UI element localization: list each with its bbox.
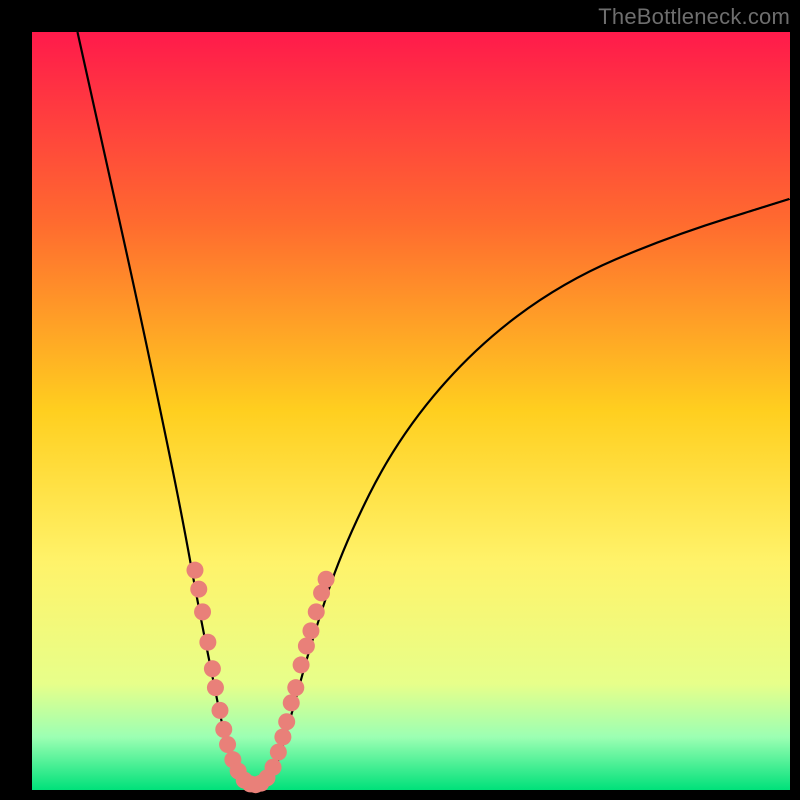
sample-marker [302,622,319,639]
chart-frame: TheBottleneck.com [0,0,800,800]
sample-marker [265,759,282,776]
watermark-text: TheBottleneck.com [598,4,790,30]
sample-marker [211,702,228,719]
sample-marker [318,571,335,588]
sample-marker [298,637,315,654]
sample-marker [270,744,287,761]
sample-marker [278,713,295,730]
bottleneck-chart [0,0,800,800]
sample-marker [287,679,304,696]
sample-marker [204,660,221,677]
sample-marker [219,736,236,753]
sample-marker [283,694,300,711]
sample-marker [308,603,325,620]
sample-marker [199,634,216,651]
sample-marker [293,656,310,673]
plot-background [32,32,790,790]
sample-marker [190,581,207,598]
sample-marker [215,721,232,738]
sample-marker [274,728,291,745]
sample-marker [194,603,211,620]
sample-marker [186,562,203,579]
sample-marker [207,679,224,696]
